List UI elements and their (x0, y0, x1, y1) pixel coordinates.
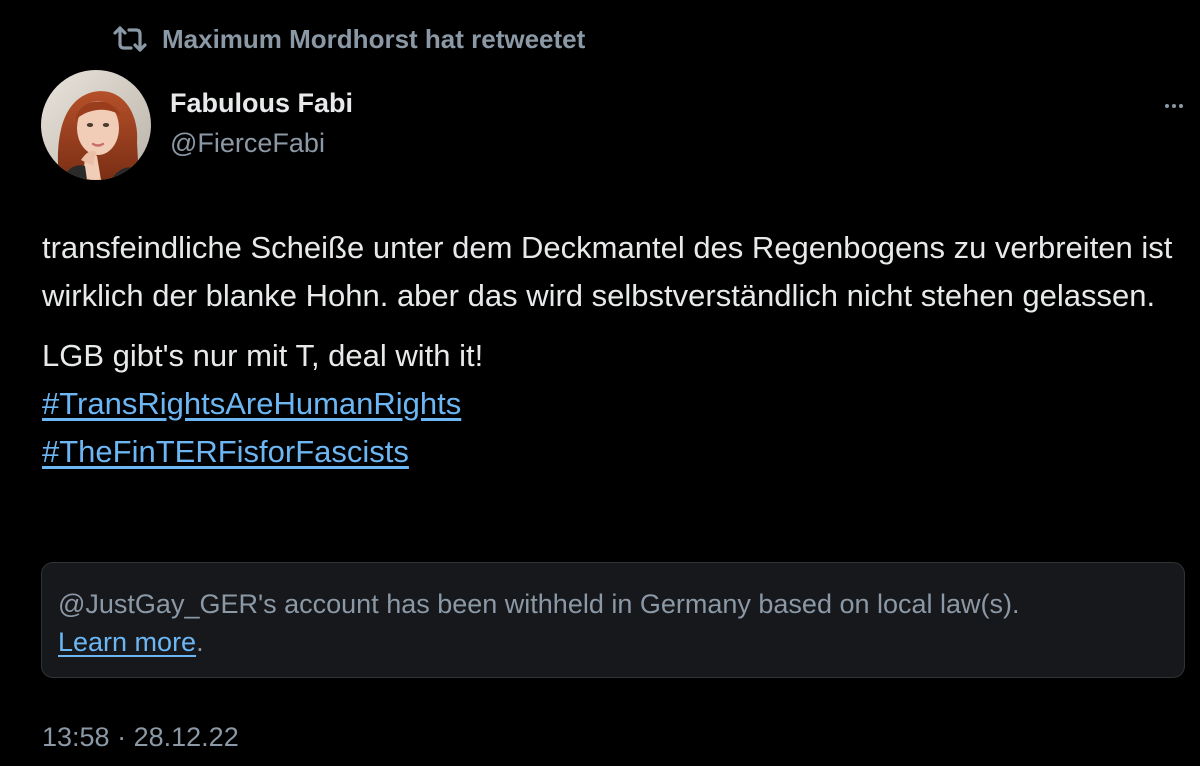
tweet-timestamp[interactable]: 13:58 · 28.12.22 (42, 720, 239, 754)
author-block[interactable]: Fabulous Fabi @FierceFabi (170, 86, 353, 160)
withheld-notice-text: @JustGay_GER's account has been withheld… (58, 589, 1020, 619)
tweet-text: transfeindliche Scheiße unter dem Deckma… (42, 224, 1192, 476)
tweet-line: LGB gibt's nur mit T, deal with it! (42, 338, 484, 373)
retweet-icon (113, 26, 147, 52)
tweet-time[interactable]: 13:58 (42, 722, 110, 752)
tweet-paragraph: transfeindliche Scheiße unter dem Deckma… (42, 230, 1173, 313)
timestamp-separator: · (117, 722, 127, 752)
more-icon-dot (1179, 104, 1183, 108)
avatar[interactable] (41, 70, 151, 180)
more-icon-dot (1172, 104, 1176, 108)
more-options-button[interactable] (1160, 94, 1188, 118)
tweet-date[interactable]: 28.12.22 (134, 722, 239, 752)
hashtag-link[interactable]: #TransRightsAreHumanRights (42, 386, 461, 421)
display-name[interactable]: Fabulous Fabi (170, 86, 353, 120)
learn-more-link[interactable]: Learn more (58, 627, 196, 657)
user-handle[interactable]: @FierceFabi (170, 126, 353, 160)
hashtag-link[interactable]: #TheFinTERFisforFascists (42, 434, 409, 469)
tweet-paragraph: LGB gibt's nur mit T, deal with it! #Tra… (42, 332, 1192, 476)
retweeted-by-label[interactable]: Maximum Mordhorst hat retweetet (162, 24, 585, 55)
retweet-context[interactable]: Maximum Mordhorst hat retweetet (112, 22, 585, 56)
withheld-notice-card: @JustGay_GER's account has been withheld… (41, 562, 1185, 678)
more-horizontal-icon (1165, 104, 1169, 108)
notice-trailing-period: . (196, 627, 204, 657)
